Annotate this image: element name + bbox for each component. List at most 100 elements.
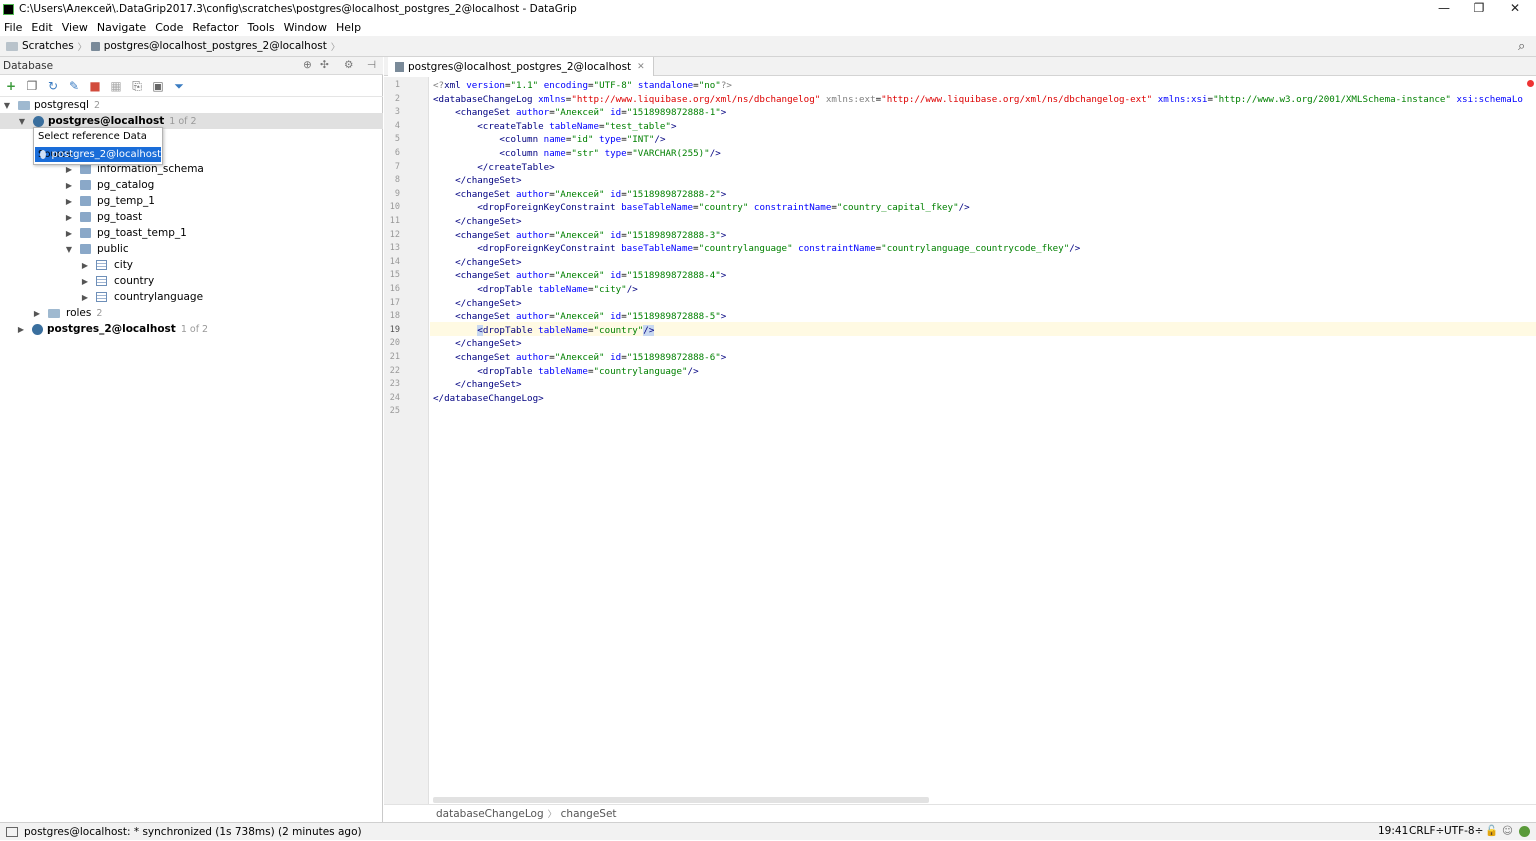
menu-edit[interactable]: Edit <box>31 21 52 34</box>
line-separator[interactable]: CRLF÷ <box>1409 823 1444 841</box>
close-tab-icon[interactable]: ✕ <box>637 62 645 72</box>
code-line: </changeSet> <box>455 338 522 350</box>
chevron-right-icon[interactable]: ▶ <box>32 309 42 318</box>
database-panel-header: Database ⊕ ✣ ⚙ ⊣ <box>0 57 383 75</box>
menu-navigate[interactable]: Navigate <box>97 21 146 34</box>
menu-view[interactable]: View <box>62 21 88 34</box>
chevron-down-icon[interactable]: ▼ <box>2 101 12 110</box>
tree-count: 2 <box>93 99 100 111</box>
code-line: <changeSet author="Алексей" id="15189898… <box>455 188 727 200</box>
popup-title: Select reference Data Source <box>38 131 147 160</box>
hide-panel-icon[interactable]: ⊣ <box>367 59 376 71</box>
stop-icon[interactable]: ■ <box>88 79 102 93</box>
close-window-button[interactable]: ✕ <box>1497 0 1533 18</box>
line-number: 4 <box>394 120 400 131</box>
edit-icon[interactable]: ⎘ <box>130 79 144 93</box>
line-number: 13 <box>389 243 400 254</box>
line-number: 15 <box>389 270 400 281</box>
tree-node-schema[interactable]: ▶ pg_toast_temp_1 <box>64 225 187 241</box>
error-marker-icon[interactable] <box>1527 80 1534 87</box>
menu-code[interactable]: Code <box>155 21 183 34</box>
table-icon <box>96 292 107 302</box>
minimize-button[interactable]: — <box>1426 0 1462 18</box>
tree-node-schema-public[interactable]: ▼ public <box>64 241 129 257</box>
line-number: 7 <box>394 161 400 172</box>
menu-refactor[interactable]: Refactor <box>192 21 238 34</box>
line-number: 16 <box>389 284 400 294</box>
add-icon[interactable]: + <box>4 79 18 93</box>
tree-node-postgresql[interactable]: ▼ postgresql 2 <box>2 97 100 113</box>
line-number: 25 <box>389 406 400 417</box>
tree-node-schema[interactable]: ▶ pg_temp_1 <box>64 193 155 209</box>
chevron-right-icon[interactable]: ▶ <box>80 261 90 270</box>
code-line: <changeSet author="Алексей" id="15189898… <box>455 270 727 282</box>
tree-node-schema[interactable]: ▶ pg_toast <box>64 209 142 225</box>
target-icon[interactable]: ⊕ <box>303 59 312 71</box>
code-line: <dropTable tableName="countrylanguage"/> <box>477 365 699 377</box>
tree-node-table[interactable]: ▶ country <box>80 273 154 289</box>
chevron-right-icon[interactable]: ▶ <box>64 165 74 174</box>
tree-label: roles <box>66 307 92 319</box>
line-number: 24 <box>389 392 400 403</box>
tree-label: postgres_2@localhost <box>47 323 176 335</box>
inspector-icon[interactable]: ☺ <box>1502 823 1513 841</box>
chevron-right-icon[interactable]: ▶ <box>16 325 26 334</box>
chevron-right-icon[interactable]: ▶ <box>80 277 90 286</box>
line-number: 23 <box>389 379 400 390</box>
chevron-right-icon[interactable]: ▶ <box>64 229 74 238</box>
horizontal-scrollbar[interactable] <box>433 797 929 803</box>
code-editor[interactable]: <?xml version="1.1" encoding="UTF-8" sta… <box>430 77 1536 804</box>
tree-node-schema[interactable]: ▶ pg_catalog <box>64 177 154 193</box>
code-line: <createTable tableName="test_table"> <box>477 120 677 132</box>
chevron-right-icon: 〉 <box>547 810 557 820</box>
chevron-right-icon[interactable]: ▶ <box>64 197 74 206</box>
chevron-right-icon[interactable]: ▶ <box>64 181 74 190</box>
chevron-right-icon[interactable]: ▶ <box>64 213 74 222</box>
console-icon[interactable]: ▣ <box>151 79 165 93</box>
tree-label: pg_temp_1 <box>97 195 155 207</box>
properties-icon[interactable]: ✎ <box>67 79 81 93</box>
caret-position[interactable]: 19:41 <box>1378 823 1408 841</box>
code-line: </databaseChangeLog> <box>433 392 544 404</box>
schema-icon <box>80 180 91 190</box>
folder-icon <box>48 308 60 318</box>
tool-windows-icon[interactable] <box>6 826 18 837</box>
copy-icon[interactable]: ❐ <box>25 79 39 93</box>
refresh-icon[interactable]: ↻ <box>46 79 60 93</box>
menu-window[interactable]: Window <box>284 21 327 34</box>
menu-file[interactable]: File <box>4 21 22 34</box>
code-line: <dropTable tableName="city"/> <box>477 284 638 295</box>
search-everywhere-icon[interactable]: ⌕ <box>1518 39 1525 54</box>
status-message: postgres@localhost: * synchronized (1s 7… <box>24 825 362 838</box>
breadcrumb-databasechangelog[interactable]: databaseChangeLog <box>436 808 544 820</box>
file-encoding[interactable]: UTF-8÷ <box>1444 823 1483 841</box>
restore-button[interactable]: ❐ <box>1461 0 1497 18</box>
chevron-down-icon[interactable]: ▼ <box>64 245 74 254</box>
line-number: 22 <box>389 365 400 376</box>
tree-label: city <box>114 259 134 271</box>
tree-label: pg_toast <box>97 211 143 223</box>
editor-tab[interactable]: postgres@localhost_postgres_2@localhost … <box>388 57 654 76</box>
lock-icon[interactable]: 🔓 <box>1485 823 1498 841</box>
menu-help[interactable]: Help <box>336 21 361 34</box>
line-number: 10 <box>389 202 400 213</box>
collapse-icon[interactable]: ✣ <box>320 59 329 71</box>
chevron-down-icon[interactable]: ▼ <box>17 117 27 126</box>
tree-node-roles[interactable]: ▶ roles 2 <box>32 305 102 321</box>
editor-breadcrumb-bar: databaseChangeLog 〉 changeSet <box>384 804 1536 822</box>
filter-icon[interactable]: ⏷ <box>172 79 186 93</box>
table-icon[interactable]: ▦ <box>109 79 123 93</box>
chevron-right-icon[interactable]: ▶ <box>80 293 90 302</box>
tree-node-table[interactable]: ▶ city <box>80 257 133 273</box>
breadcrumb-changeset[interactable]: changeSet <box>561 808 617 820</box>
event-log-icon[interactable] <box>1519 826 1530 837</box>
breadcrumb-scratch-file[interactable]: postgres@localhost_postgres_2@localhost <box>104 40 327 52</box>
popup-item-postgres-2[interactable]: postgres_2@localhost <box>35 147 161 162</box>
code-line: <?xml version="1.1" encoding="UTF-8" sta… <box>433 80 732 91</box>
postgresql-elephant-icon <box>33 115 44 127</box>
breadcrumb-scratches[interactable]: Scratches <box>22 40 74 52</box>
tree-node-table[interactable]: ▶ countrylanguage <box>80 289 203 305</box>
menu-tools[interactable]: Tools <box>248 21 275 34</box>
tree-node-postgres-2-localhost[interactable]: ▶ postgres_2@localhost 1 of 2 <box>16 321 208 337</box>
gear-icon[interactable]: ⚙ <box>344 59 353 71</box>
